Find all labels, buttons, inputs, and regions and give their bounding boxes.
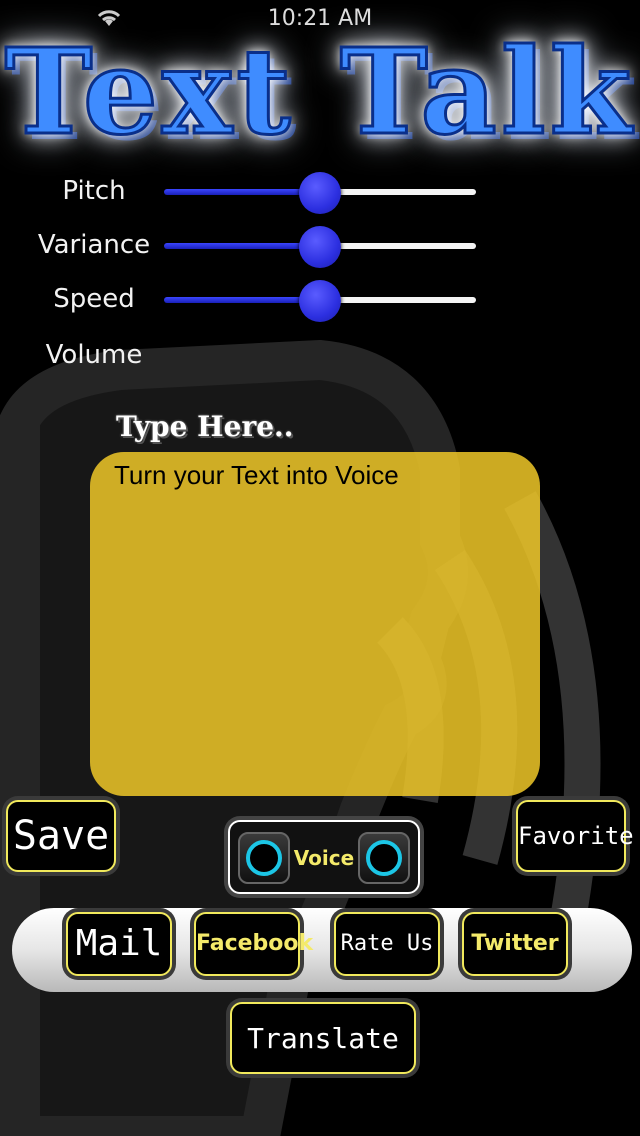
variance-track-filled (164, 243, 320, 249)
speed-track-empty (320, 297, 476, 303)
favorite-button[interactable]: Favorite (516, 800, 634, 872)
pitch-track-filled (164, 189, 320, 195)
pitch-slider[interactable] (164, 172, 476, 214)
app-title: Text Talk (3, 21, 636, 163)
mail-button[interactable]: Mail (66, 912, 172, 976)
speed-track-filled (164, 297, 320, 303)
variance-track-empty (320, 243, 476, 249)
pitch-track-empty (320, 189, 476, 195)
speaker-left-icon (238, 832, 290, 884)
speed-slider[interactable] (164, 280, 476, 322)
pitch-thumb[interactable] (299, 172, 341, 214)
save-button[interactable]: Save (6, 800, 116, 872)
voice-button-label: Voice (293, 846, 355, 870)
translate-button[interactable]: Translate (230, 1002, 416, 1074)
twitter-button[interactable]: Twitter (462, 912, 568, 976)
variance-slider[interactable] (164, 226, 476, 268)
facebook-button[interactable]: Facebook (194, 912, 313, 976)
text-input[interactable]: Turn your Text into Voice (90, 452, 540, 796)
pitch-label: Pitch (62, 176, 126, 206)
type-here-label: Type Here.. (116, 410, 294, 443)
speed-label: Speed (53, 284, 135, 314)
speaker-right-icon (358, 832, 410, 884)
volume-label: Volume (45, 340, 143, 370)
variance-label: Variance (37, 230, 151, 260)
speed-thumb[interactable] (299, 280, 341, 322)
rate-us-button[interactable]: Rate Us (334, 912, 440, 976)
variance-thumb[interactable] (299, 226, 341, 268)
voice-button[interactable]: Voice (228, 820, 420, 894)
